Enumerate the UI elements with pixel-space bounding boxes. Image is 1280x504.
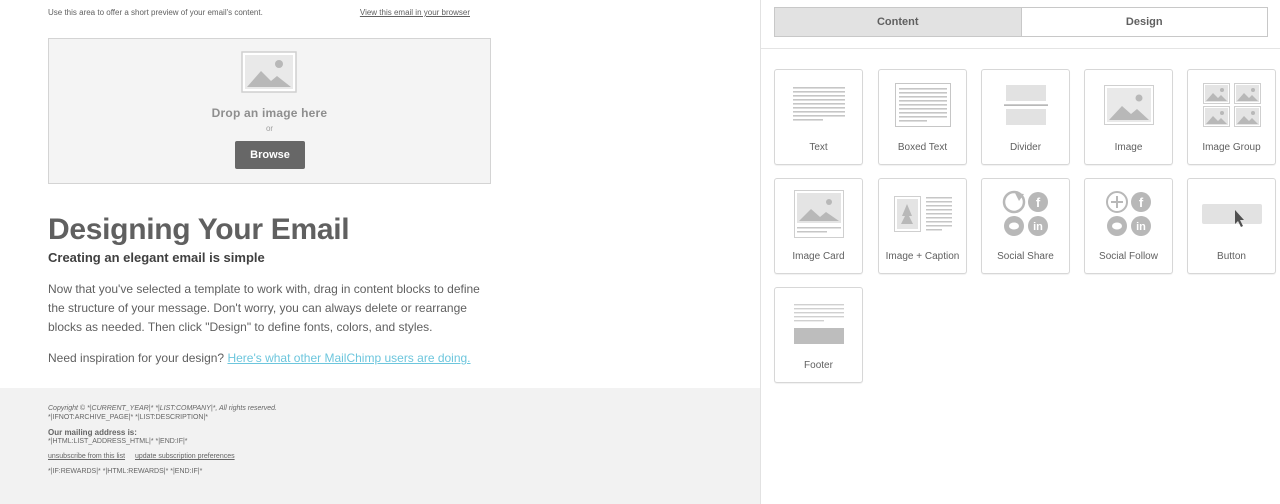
- social-share-icon: f in: [1002, 190, 1048, 236]
- block-divider[interactable]: Divider: [981, 69, 1070, 165]
- inspiration-link[interactable]: Here's what other MailChimp users are do…: [227, 351, 470, 365]
- block-label: Image Card: [792, 251, 845, 262]
- block-label: Social Follow: [1099, 251, 1158, 262]
- block-label: Divider: [1009, 142, 1042, 153]
- update-preferences-link[interactable]: update subscription preferences: [135, 453, 235, 460]
- block-label: Social Share: [997, 251, 1054, 262]
- email-paragraph: Now that you've selected a template to w…: [48, 282, 480, 334]
- block-label: Image: [1114, 142, 1143, 153]
- email-heading: Designing Your Email: [48, 213, 350, 246]
- block-image[interactable]: Image: [1084, 69, 1173, 165]
- image-caption-icon: [893, 196, 952, 232]
- block-text[interactable]: Text: [774, 69, 863, 165]
- email-preview: Use this area to offer a short preview o…: [0, 0, 760, 504]
- email-subheading: Creating an elegant email is simple: [48, 250, 265, 265]
- dropzone-title: Drop an image here: [211, 106, 328, 120]
- text-block-icon: [792, 87, 845, 121]
- svg-text:f: f: [1138, 195, 1143, 210]
- tab-design[interactable]: Design: [1022, 8, 1268, 36]
- block-social-share[interactable]: f in Social Share: [981, 178, 1070, 274]
- block-label: Footer: [804, 360, 833, 371]
- svg-text:in: in: [1033, 221, 1043, 233]
- preheader-text: Use this area to offer a short preview o…: [48, 8, 263, 17]
- browse-button[interactable]: Browse: [235, 141, 305, 169]
- block-image-group[interactable]: Image Group: [1187, 69, 1276, 165]
- block-button[interactable]: Button: [1187, 178, 1276, 274]
- footer-rewards: *|IF:REWARDS|* *|HTML:REWARDS|* *|END:IF…: [48, 468, 203, 475]
- footer-archive: *|IFNOT:ARCHIVE_PAGE|* *|LIST:DESCRIPTIO…: [48, 414, 209, 421]
- tab-content[interactable]: Content: [775, 8, 1022, 36]
- block-label: Image + Caption: [885, 251, 960, 262]
- svg-text:in: in: [1136, 221, 1146, 233]
- panel-tabs: Content Design: [774, 7, 1268, 37]
- footer-address: *|HTML:LIST_ADDRESS_HTML|* *|END:IF|*: [48, 438, 188, 445]
- image-dropzone[interactable]: Drop an image here or Browse: [48, 38, 491, 184]
- block-social-follow[interactable]: f in Social Follow: [1084, 178, 1173, 274]
- block-label: Boxed Text: [897, 142, 948, 153]
- boxed-text-icon: [894, 83, 951, 127]
- block-label: Button: [1217, 251, 1246, 262]
- block-label: Image Group: [1202, 142, 1261, 153]
- dropzone-or: or: [265, 124, 274, 133]
- unsubscribe-link[interactable]: unsubscribe from this list: [48, 453, 125, 460]
- block-footer[interactable]: Footer: [774, 287, 863, 383]
- text-content: Designing Your Email Creating an elegant…: [48, 214, 488, 368]
- image-placeholder-icon: [241, 51, 297, 93]
- block-label: Text: [809, 142, 828, 153]
- builder-panel: Content Design Text Boxed Text Divider I…: [761, 0, 1280, 504]
- footer-block-icon: [793, 304, 844, 344]
- footer-address-label: Our mailing address is:: [48, 428, 137, 437]
- view-in-browser-link[interactable]: View this email in your browser: [360, 8, 470, 17]
- svg-text:f: f: [1035, 195, 1040, 210]
- email-footer: Copyright © *|CURRENT_YEAR|* *|LIST:COMP…: [0, 388, 760, 504]
- footer-copyright: Copyright © *|CURRENT_YEAR|* *|LIST:COMP…: [48, 405, 277, 412]
- block-boxed-text[interactable]: Boxed Text: [878, 69, 967, 165]
- inspiration-line: Need inspiration for your design? Here's…: [48, 349, 488, 368]
- tabs-rule: [761, 48, 1280, 49]
- social-follow-icon: f in: [1105, 191, 1151, 236]
- button-block-icon: [1201, 204, 1262, 227]
- image-card-icon: [793, 190, 844, 238]
- footer-links: unsubscribe from this list update subscr…: [48, 452, 708, 461]
- image-group-icon: [1202, 83, 1261, 127]
- divider-icon: [1003, 85, 1048, 125]
- image-icon: [1103, 85, 1154, 125]
- block-image-card[interactable]: Image Card: [774, 178, 863, 274]
- block-image-caption[interactable]: Image + Caption: [878, 178, 967, 274]
- inspiration-prefix: Need inspiration for your design?: [48, 351, 225, 365]
